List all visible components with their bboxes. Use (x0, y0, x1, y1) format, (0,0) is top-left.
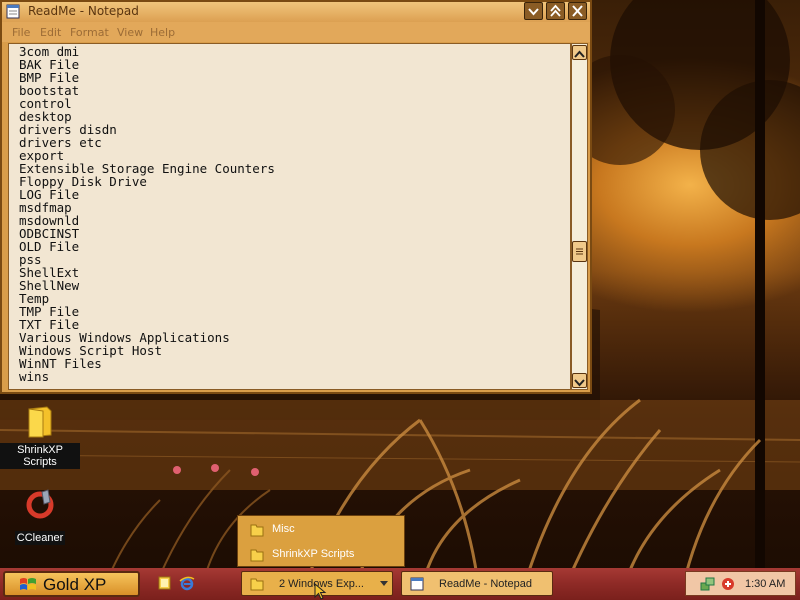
mouse-cursor-icon (314, 583, 327, 600)
menu-format[interactable]: Format (70, 26, 109, 39)
vertical-scrollbar[interactable] (571, 43, 588, 390)
menu-help[interactable]: Help (150, 26, 175, 39)
taskbar: Gold XP 2 Windows Exp... ReadMe - Notepa… (0, 568, 800, 600)
window-title: ReadMe - Notepad (28, 4, 139, 18)
maximize-icon (550, 4, 561, 17)
notepad-window[interactable]: ReadMe - Notepad File Edit Format View H… (0, 0, 592, 394)
text-editor[interactable]: 3com dmi BAK File BMP File bootstat cont… (8, 43, 571, 390)
folder-icon (250, 578, 264, 591)
menu-view[interactable]: View (117, 26, 143, 39)
minimize-icon (528, 8, 539, 16)
clock[interactable]: 1:30 AM (745, 578, 785, 590)
internet-explorer-icon[interactable] (179, 575, 195, 591)
system-tray: 1:30 AM (685, 571, 796, 596)
document-lines: 3com dmi BAK File BMP File bootstat cont… (19, 45, 275, 383)
popup-item-label: ShrinkXP Scripts (272, 548, 355, 560)
network-icon[interactable] (700, 576, 716, 592)
folder-icon (250, 524, 264, 537)
scroll-thumb[interactable] (572, 241, 587, 262)
close-button[interactable] (568, 2, 587, 20)
security-alert-icon[interactable] (720, 576, 736, 592)
popup-item-label: Misc (272, 523, 295, 535)
popup-item-misc[interactable]: Misc (238, 517, 404, 542)
desktop-icon-ccleaner[interactable]: CCleaner (0, 488, 80, 545)
document-line: ShellNew (19, 278, 80, 293)
desktop-icon-label: ShrinkXP Scripts (0, 443, 80, 469)
chevron-down-icon (380, 581, 388, 586)
minimize-button[interactable] (524, 2, 543, 20)
scroll-down-button[interactable] (572, 373, 587, 388)
document-line: wins (19, 369, 50, 384)
taskbar-button-readme-notepad[interactable]: ReadMe - Notepad (401, 571, 553, 596)
notepad-icon (6, 4, 20, 19)
windows-flag-icon (20, 578, 36, 590)
menu-edit[interactable]: Edit (40, 26, 61, 39)
window-titlebar[interactable]: ReadMe - Notepad (2, 2, 590, 22)
popup-item-shrinkxp-scripts[interactable]: ShrinkXP Scripts (238, 542, 404, 567)
grip-icon (576, 248, 583, 255)
desktop-icon-shrinkxp-scripts[interactable]: ShrinkXP Scripts (0, 405, 80, 469)
taskbar-button-label: ReadMe - Notepad (439, 578, 532, 590)
menu-file[interactable]: File (12, 26, 30, 39)
folder-icon (250, 549, 264, 562)
document-line: WinNT Files (19, 356, 102, 371)
maximize-button[interactable] (546, 2, 565, 20)
arrow-down-icon (574, 379, 585, 387)
ccleaner-icon (26, 489, 54, 519)
start-label: Gold XP (43, 575, 107, 594)
close-icon (572, 5, 583, 17)
folder-icon (28, 406, 52, 438)
menu-bar: File Edit Format View Help (2, 22, 590, 42)
arrow-up-icon (574, 50, 585, 58)
scroll-up-button[interactable] (572, 45, 587, 60)
start-button[interactable]: Gold XP (3, 571, 140, 597)
notepad-icon (410, 577, 424, 591)
show-desktop-icon[interactable] (157, 575, 173, 591)
document-line: OLD File (19, 239, 80, 254)
taskbar-group-popup: Misc ShrinkXP Scripts (237, 515, 405, 567)
desktop-icon-label: CCleaner (14, 531, 66, 545)
